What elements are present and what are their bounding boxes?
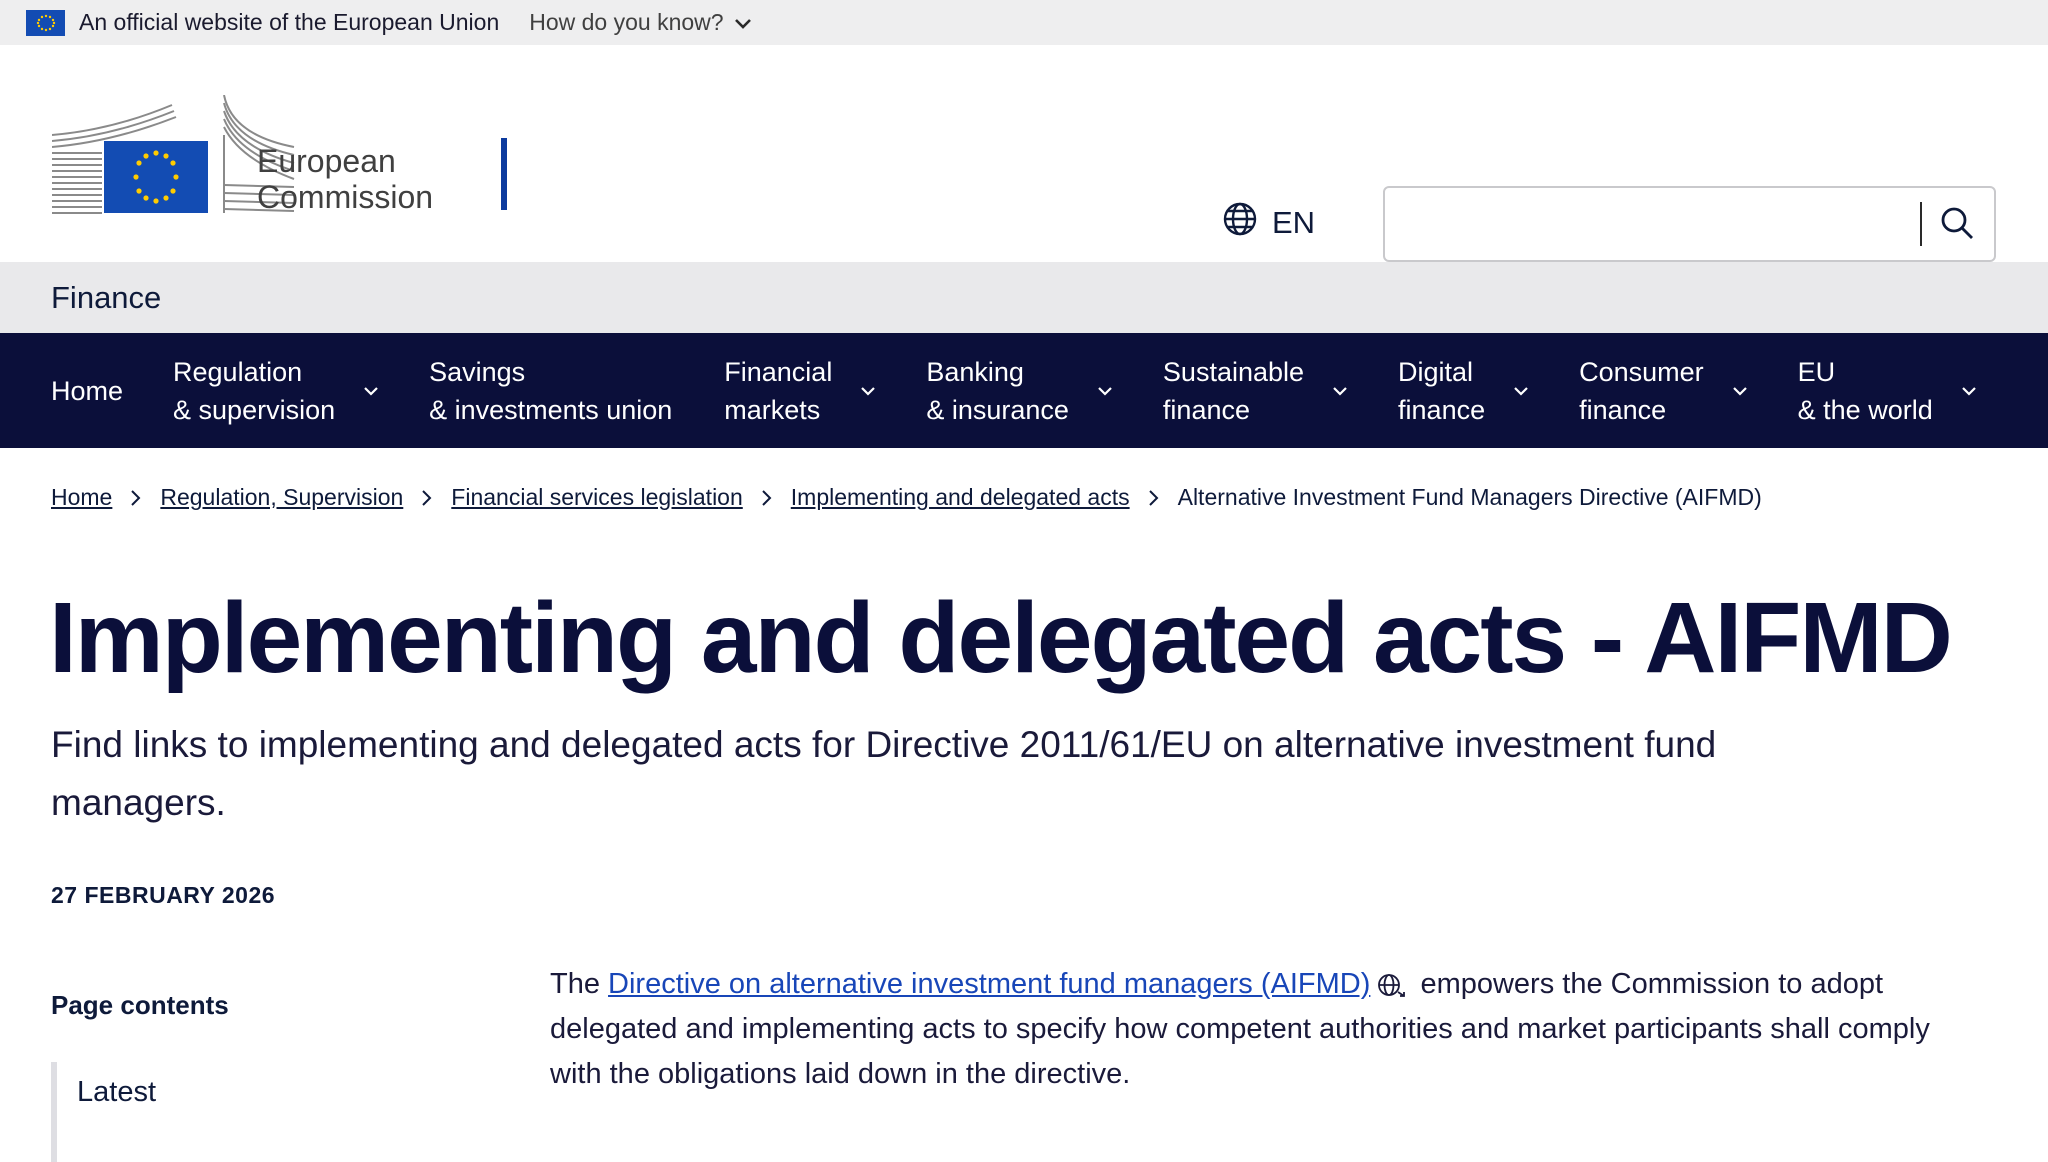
logo-accent-bar: [501, 138, 507, 210]
nav-item-sustainable-finance[interactable]: Sustainable finance: [1163, 353, 1348, 429]
nav-label: Digital finance: [1398, 356, 1486, 425]
logo-line-2: Commission: [257, 179, 434, 215]
eu-official-banner: An official website of the European Unio…: [0, 0, 2048, 45]
eu-flag-icon: [26, 9, 65, 36]
breadcrumb-financial-services-legislation[interactable]: Financial services legislation: [451, 484, 742, 511]
search-icon: [1939, 205, 1975, 246]
site-name-bar: Finance: [0, 262, 2048, 333]
page-subtitle: Find links to implementing and delegated…: [51, 724, 1717, 823]
nav-item-consumer-finance[interactable]: Consumer finance: [1579, 353, 1748, 429]
eu-official-text: An official website of the European Unio…: [79, 9, 500, 35]
intro-prefix: The: [550, 968, 609, 1000]
breadcrumb-current: Alternative Investment Fund Managers Dir…: [1177, 484, 1762, 510]
nav-label: Sustainable finance: [1162, 356, 1305, 425]
globe-icon: [1222, 201, 1258, 245]
aifmd-directive-link[interactable]: Directive on alternative investment fund…: [608, 968, 1370, 1000]
breadcrumb-home[interactable]: Home: [51, 484, 112, 511]
logo-wordmark: European Commission: [257, 143, 433, 215]
nav-item-banking-insurance[interactable]: Banking & insurance: [926, 353, 1113, 429]
breadcrumb-implementing-delegated-acts[interactable]: Implementing and delegated acts: [791, 484, 1130, 511]
breadcrumb: Home Regulation, Supervision Financial s…: [51, 484, 1762, 511]
chevron-down-icon: [1332, 386, 1348, 396]
nav-label: Financial markets: [724, 356, 833, 425]
site-name[interactable]: Finance: [51, 280, 161, 316]
nav-item-regulation-supervision[interactable]: Regulation & supervision: [173, 353, 379, 429]
nav-item-home[interactable]: Home: [51, 372, 123, 410]
breadcrumb-regulation-supervision[interactable]: Regulation, Supervision: [160, 484, 403, 511]
search-button[interactable]: [1928, 196, 1986, 254]
site-header: European Commission EN: [0, 45, 2048, 262]
chevron-down-icon: [860, 386, 876, 396]
publication-date: 27 FEBRUARY 2026: [51, 882, 276, 908]
language-selector[interactable]: EN: [1222, 201, 1315, 245]
search-divider: [1920, 202, 1922, 246]
nav-item-financial-markets[interactable]: Financial markets: [724, 353, 876, 429]
page-title: Implementing and delegated acts - AIFMD: [49, 582, 1953, 694]
chevron-down-icon: [1097, 386, 1113, 396]
toc-item-latest[interactable]: Latest: [77, 1076, 156, 1109]
logo-line-1: European: [257, 143, 396, 179]
chevron-right-icon: [421, 489, 433, 507]
chevron-right-icon: [1148, 489, 1160, 507]
chevron-down-icon: [1961, 386, 1977, 396]
external-link-icon: [1376, 972, 1406, 998]
chevron-down-icon: [734, 9, 752, 36]
chevron-right-icon: [761, 489, 773, 507]
search-box: [1383, 186, 1996, 262]
how-do-you-know-toggle[interactable]: How do you know?: [529, 9, 751, 36]
nav-label: Banking & insurance: [926, 356, 1069, 425]
intro-paragraph: The Directive on alternative investment …: [550, 962, 1970, 1097]
nav-item-savings-investments-union[interactable]: Savings & investments union: [429, 353, 672, 429]
chevron-down-icon: [1732, 386, 1748, 396]
main-navigation: Home Regulation & supervision Savings & …: [0, 333, 2048, 448]
language-code: EN: [1272, 205, 1316, 240]
nav-item-digital-finance[interactable]: Digital finance: [1398, 353, 1529, 429]
nav-label: EU & the world: [1797, 356, 1933, 425]
page-contents-list: Latest: [51, 1062, 451, 1162]
chevron-down-icon: [363, 386, 379, 396]
chevron-down-icon: [1513, 386, 1529, 396]
nav-label: Regulation & supervision: [173, 356, 336, 425]
search-input[interactable]: [1397, 198, 1937, 250]
nav-item-eu-the-world[interactable]: EU & the world: [1798, 353, 1977, 429]
nav-label: Savings & investments union: [429, 356, 673, 425]
nav-label: Home: [51, 375, 124, 406]
nav-label: Consumer finance: [1579, 356, 1704, 425]
page-contents-heading: Page contents: [51, 990, 229, 1020]
chevron-right-icon: [130, 489, 142, 507]
how-do-you-know-label: How do you know?: [529, 9, 724, 35]
